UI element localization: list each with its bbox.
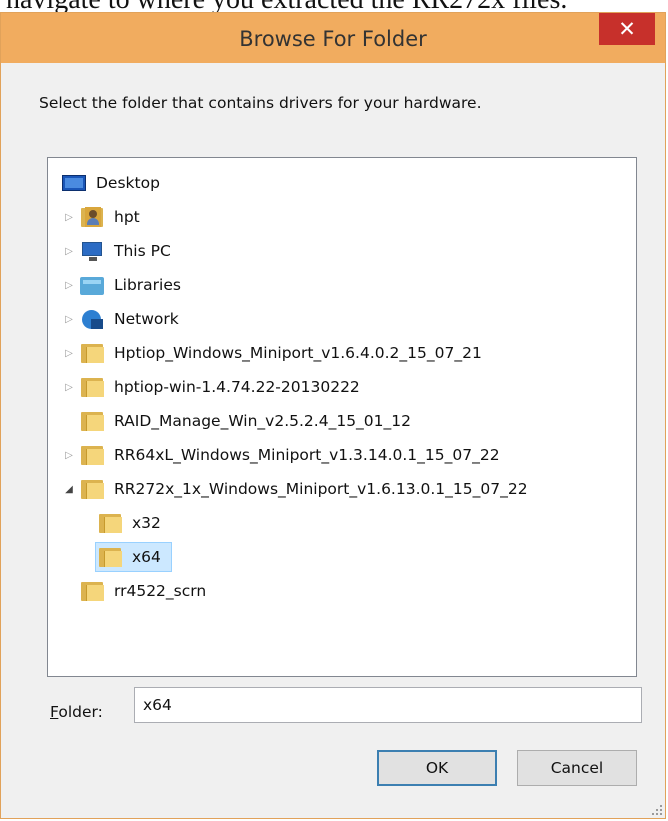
ok-button[interactable]: OK [377,750,497,786]
folder-icon [80,579,104,603]
cropped-background-text: navigate to where you extracted the RR27… [0,0,668,12]
tree-item-label: Libraries [114,276,181,294]
cropped-text: navigate to where you extracted the RR27… [6,0,567,12]
tree-item-folder[interactable]: rr4522_scrn [80,574,209,608]
tree-item-label: Hptiop_Windows_Miniport_v1.6.4.0.2_15_07… [114,344,482,362]
tree-item-label: Desktop [96,174,160,192]
folder-icon [80,375,104,399]
cancel-button[interactable]: Cancel [517,750,637,786]
folder-icon [80,443,104,467]
folder-label-text: older: [58,703,103,721]
tree-item-label: This PC [114,242,171,260]
tree-item-folder[interactable]: RAID_Manage_Win_v2.5.2.4_15_01_12 [80,404,414,438]
expand-chevron-icon[interactable]: ▷ [62,278,76,292]
dialog-body: Select the folder that contains drivers … [9,63,657,810]
tree-item-x32[interactable]: x32 [98,506,164,540]
tree-item-folder[interactable]: ▷ Hptiop_Windows_Miniport_v1.6.4.0.2_15_… [62,336,485,370]
folder-icon [98,545,122,569]
tree-item-label: Network [114,310,179,328]
tree-item-hpt[interactable]: ▷ hpt [62,200,143,234]
tree-item-folder[interactable]: ▷ hptiop-win-1.4.74.22-20130222 [62,370,363,404]
tree-item-folder[interactable]: ▷ RR64xL_Windows_Miniport_v1.3.14.0.1_15… [62,438,503,472]
expand-chevron-icon[interactable]: ▷ [62,312,76,326]
folder-icon [80,341,104,365]
tree-item-label: rr4522_scrn [114,582,207,600]
folder-icon [98,511,122,535]
tree-item-this-pc[interactable]: ▷ This PC [62,234,174,268]
browse-for-folder-dialog: Browse For Folder ✕ Select the folder th… [0,12,666,819]
expand-chevron-icon[interactable]: ▷ [62,448,76,462]
tree-item-label: RR64xL_Windows_Miniport_v1.3.14.0.1_15_0… [114,446,500,464]
window-title: Browse For Folder [239,27,427,51]
folder-icon [80,477,104,501]
tree-item-folder-expanded[interactable]: ◢ RR272x_1x_Windows_Miniport_v1.6.13.0.1… [62,472,531,506]
tree-item-libraries[interactable]: ▷ Libraries [62,268,184,302]
close-button[interactable]: ✕ [599,13,655,45]
tree-item-label: x32 [132,514,161,532]
tree-item-label: hptiop-win-1.4.74.22-20130222 [114,378,360,396]
tree-item-label: x64 [132,548,161,566]
tree-item-network[interactable]: ▷ Network [62,302,182,336]
expand-chevron-icon[interactable]: ▷ [62,210,76,224]
network-icon [80,307,104,331]
folder-icon [80,409,104,433]
desktop-icon [62,171,86,195]
title-bar[interactable]: Browse For Folder ✕ [1,13,665,63]
folder-input[interactable] [134,687,642,723]
tree-item-desktop[interactable]: Desktop [62,166,163,200]
tree-item-label: RAID_Manage_Win_v2.5.2.4_15_01_12 [114,412,412,430]
tree-item-x64-selected[interactable]: x64 [95,540,172,574]
resize-grip-icon[interactable] [651,804,663,816]
instruction-text: Select the folder that contains drivers … [39,94,482,112]
collapse-triangle-icon[interactable]: ◢ [62,482,76,496]
tree-item-label: RR272x_1x_Windows_Miniport_v1.6.13.0.1_1… [114,480,528,498]
expand-chevron-icon[interactable]: ▷ [62,244,76,258]
folder-field-label: Folder: [50,703,103,721]
folder-tree[interactable]: Desktop ▷ hpt ▷ This PC ▷ Libraries ▷ Ne… [47,157,637,677]
close-icon: ✕ [618,17,636,41]
expand-chevron-icon[interactable]: ▷ [62,380,76,394]
tree-item-label: hpt [114,208,140,226]
expand-chevron-icon[interactable]: ▷ [62,346,76,360]
user-folder-icon [80,205,104,229]
libraries-icon [80,273,104,297]
computer-icon [80,239,104,263]
